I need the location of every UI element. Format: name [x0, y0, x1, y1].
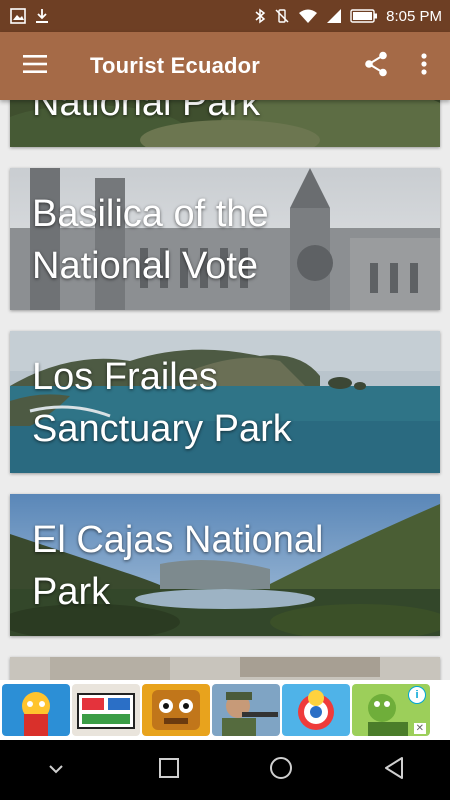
game-ad-tile[interactable] [142, 684, 210, 736]
status-left-icons [10, 8, 50, 24]
bluetooth-icon [254, 8, 266, 24]
wifi-icon [298, 8, 318, 24]
download-notification-icon [34, 8, 50, 24]
nav-recents-button[interactable] [139, 740, 199, 800]
status-time: 8:05 PM [386, 7, 442, 25]
app-title: Tourist Ecuador [90, 53, 261, 78]
battery-icon [350, 9, 378, 23]
gallery-notification-icon [10, 8, 26, 24]
share-button[interactable] [350, 32, 402, 100]
place-card-national-park[interactable]: National Park [10, 100, 440, 147]
place-title: El Cajas National Park [32, 519, 324, 613]
nav-back-button[interactable] [364, 740, 424, 800]
place-card-los-frailes[interactable]: Los Frailes Sanctuary Park [10, 331, 440, 473]
ad-info-icon[interactable]: i [408, 686, 426, 704]
place-title: Los Frailes Sanctuary Park [32, 356, 292, 450]
ad-close-icon[interactable]: ✕ [413, 723, 426, 734]
signal-icon [326, 8, 342, 24]
more-options-button[interactable] [402, 32, 446, 100]
game-ad-tile[interactable] [72, 684, 140, 736]
back-triangle-icon [383, 756, 405, 785]
place-card-basilica[interactable]: Basilica of the National Vote [10, 168, 440, 310]
place-card-el-cajas[interactable]: El Cajas National Park [10, 494, 440, 636]
game-ad-tile[interactable] [212, 684, 280, 736]
status-bar: 8:05 PM [0, 0, 450, 32]
hamburger-menu-icon [23, 54, 47, 78]
hamburger-menu-button[interactable] [0, 32, 70, 100]
vibrate-off-icon [274, 8, 290, 24]
game-ad-tile[interactable] [282, 684, 350, 736]
game-ad-tile[interactable]: i ✕ [352, 684, 430, 736]
status-right-icons: 8:05 PM [254, 8, 442, 25]
app-bar: Tourist Ecuador [0, 32, 450, 100]
system-nav-bar [0, 740, 450, 800]
place-image [10, 657, 440, 680]
place-title: National Park [32, 100, 261, 124]
place-title: Basilica of the National Vote [32, 193, 269, 287]
nav-down-button[interactable] [26, 740, 86, 800]
place-card-next[interactable] [10, 657, 440, 680]
home-circle-icon [269, 756, 293, 785]
share-icon [364, 51, 388, 82]
nav-home-button[interactable] [251, 740, 311, 800]
ad-banner[interactable]: i ✕ [0, 680, 450, 740]
places-list[interactable]: National Park Basilica of the National V… [0, 100, 450, 680]
chevron-down-icon [48, 761, 64, 779]
game-ad-tile[interactable] [2, 684, 70, 736]
more-vert-icon [421, 52, 427, 80]
recents-square-icon [158, 757, 180, 784]
